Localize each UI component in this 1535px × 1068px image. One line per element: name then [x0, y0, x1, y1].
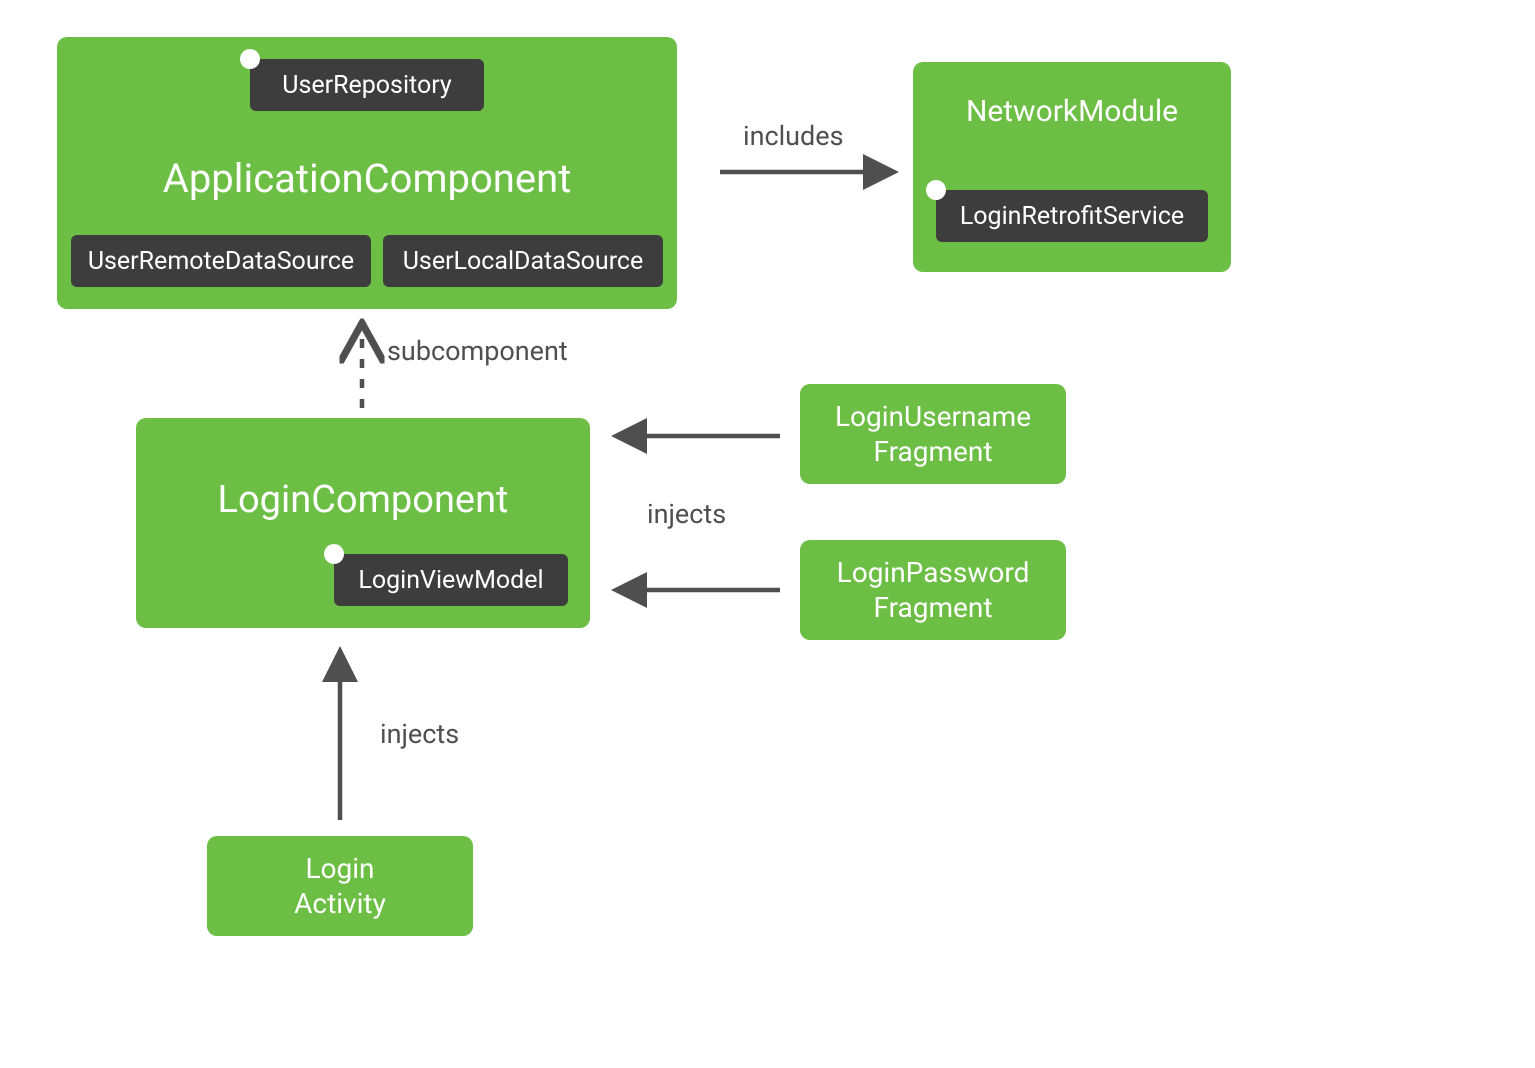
network-module-title: NetworkModule [913, 94, 1231, 129]
login-activity-label: Login Activity [294, 851, 386, 921]
login-activity-node: Login Activity [207, 836, 473, 936]
user-repository-chip: UserRepository [250, 59, 484, 111]
login-retrofit-service-label: LoginRetrofitService [960, 202, 1184, 231]
injects-activity-label: injects [380, 718, 459, 750]
login-component-title: LoginComponent [136, 478, 590, 522]
injects-fragments-label: injects [647, 498, 726, 530]
login-retrofit-service-chip: LoginRetrofitService [936, 190, 1208, 242]
login-username-fragment-label: LoginUsername Fragment [835, 399, 1031, 469]
login-view-model-chip: LoginViewModel [334, 554, 568, 606]
user-local-data-source-chip: UserLocalDataSource [383, 235, 663, 287]
scope-dot-icon [926, 180, 946, 200]
login-password-fragment-label: LoginPassword Fragment [837, 555, 1030, 625]
user-repository-label: UserRepository [282, 71, 452, 100]
login-password-fragment-node: LoginPassword Fragment [800, 540, 1066, 640]
login-username-fragment-node: LoginUsername Fragment [800, 384, 1066, 484]
user-remote-data-source-chip: UserRemoteDataSource [71, 235, 371, 287]
application-component-node: ApplicationComponent UserRepository User… [57, 37, 677, 309]
includes-label: includes [743, 120, 844, 152]
subcomponent-label: subcomponent [387, 335, 568, 367]
login-component-node: LoginComponent LoginViewModel [136, 418, 590, 628]
user-remote-data-source-label: UserRemoteDataSource [88, 247, 354, 276]
scope-dot-icon [240, 49, 260, 69]
scope-dot-icon [324, 544, 344, 564]
login-view-model-label: LoginViewModel [358, 566, 543, 595]
application-component-title: ApplicationComponent [57, 155, 677, 202]
user-local-data-source-label: UserLocalDataSource [403, 247, 644, 276]
network-module-node: NetworkModule LoginRetrofitService [913, 62, 1231, 272]
